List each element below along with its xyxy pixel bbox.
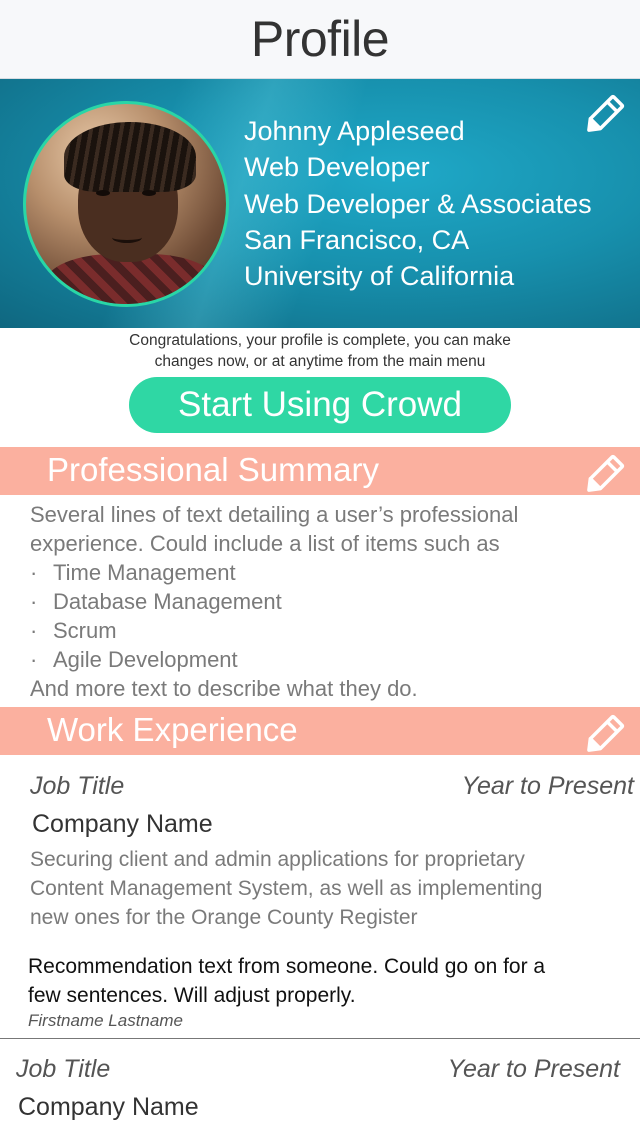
list-item: · Scrum xyxy=(30,618,117,643)
list-item: · Database Management xyxy=(30,589,282,614)
profile-hero: Johnny Appleseed Web Developer Web Devel… xyxy=(0,79,640,328)
section-title: Professional Summary xyxy=(47,451,379,488)
list-item: · Agile Development xyxy=(30,647,238,672)
job-title: Job Title xyxy=(30,772,125,800)
section-header-work-experience: Work Experience xyxy=(0,707,640,755)
profile-name: Johnny Appleseed xyxy=(244,116,465,146)
edit-summary-button[interactable] xyxy=(583,446,633,496)
job-title: Job Title xyxy=(16,1055,111,1083)
section-header-professional-summary: Professional Summary xyxy=(0,447,640,495)
profile-role: Web Developer xyxy=(244,152,430,183)
title-bar: Profile xyxy=(0,0,640,79)
congrats-message: Congratulations, your profile is complet… xyxy=(129,332,511,370)
pencil-icon xyxy=(587,94,625,132)
recommendation-text: Recommendation text from someone. Could … xyxy=(28,955,546,1007)
profile-company: Web Developer & Associates xyxy=(244,188,592,219)
company-name: Company Name xyxy=(32,810,213,838)
section-title: Work Experience xyxy=(47,711,298,748)
recommendation-author: Firstname Lastname xyxy=(28,1011,183,1030)
professional-summary-text: Several lines of text detailing a user’s… xyxy=(30,502,519,701)
profile-details: Johnny Appleseed Web Developer Web Devel… xyxy=(244,113,592,294)
profile-school: University of California xyxy=(244,261,515,292)
pencil-icon xyxy=(587,714,625,752)
edit-work-button[interactable] xyxy=(583,706,633,756)
page-title: Profile xyxy=(250,11,390,67)
pencil-icon xyxy=(587,454,625,492)
start-using-button[interactable]: Start Using Crowd xyxy=(129,377,511,433)
company-name: Company Name xyxy=(18,1093,199,1121)
list-item: · Time Management xyxy=(30,560,236,585)
avatar[interactable] xyxy=(23,101,229,307)
job-period: Year to Present xyxy=(447,1055,620,1083)
job-period: Year to Present xyxy=(461,772,634,800)
profile-location: San Francisco, CA xyxy=(244,224,470,255)
job-description: Securing client and admin applications f… xyxy=(30,848,543,929)
edit-profile-button[interactable] xyxy=(583,86,633,136)
divider xyxy=(0,1038,640,1039)
